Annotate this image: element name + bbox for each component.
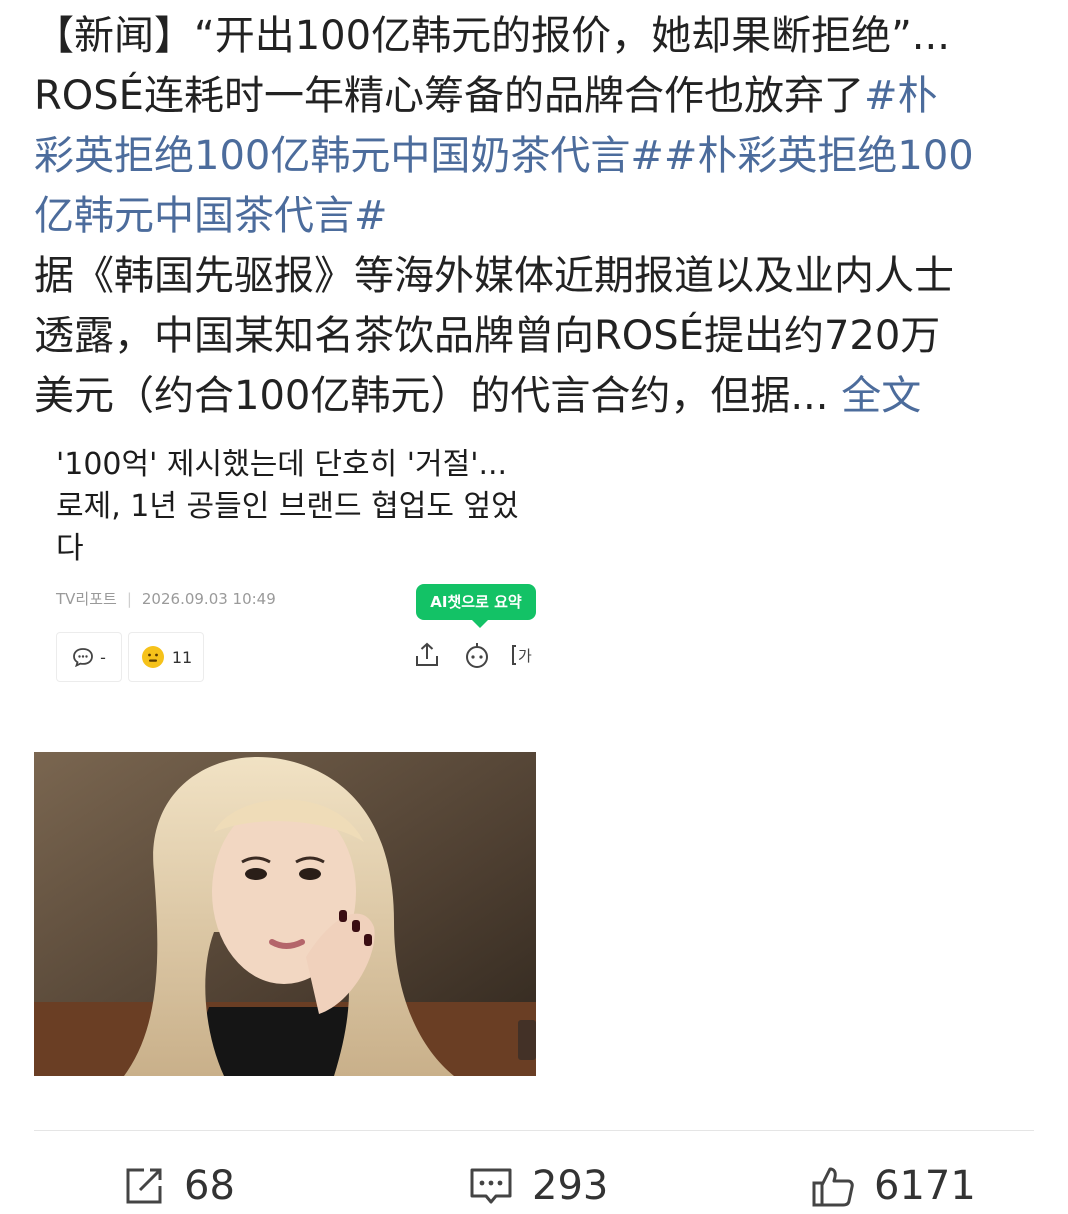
headline-line-3: 다 [56, 531, 84, 566]
hashtag-link[interactable]: #朴 [864, 73, 938, 119]
action-bar-divider [34, 1130, 1034, 1131]
meta-separator: | [126, 590, 132, 608]
post-line-6: 透露，中国某知名茶饮品牌曾向ROSÉ提出约720万 [34, 313, 941, 359]
article-screenshot[interactable]: '100억' 제시했는데 단호히 '거절'... 로제, 1년 공들인 브랜드 … [34, 426, 536, 694]
reaction-chip-count: 11 [171, 647, 193, 667]
post-line-7: 美元（约合100亿韩元）的代言合约，但据... 全文 [34, 366, 1044, 426]
comment-icon [468, 1164, 514, 1208]
comment-count: 293 [532, 1163, 609, 1209]
article-headline: '100억' 제시했는데 단호히 '거절'... 로제, 1년 공들인 브랜드 … [56, 444, 536, 570]
portrait-illustration [34, 752, 536, 1076]
comment-chip: - [56, 632, 122, 682]
hashtag-link-cont[interactable]: 彩英拒绝100亿韩元中国奶茶代言##朴彩英拒绝100 [34, 126, 1044, 186]
post-text: 【新闻】“开出100亿韩元的报价，她却果断拒绝”... ROSÉ连耗时一年精心筹… [34, 6, 1044, 426]
post-line-7-text: 美元（约合100亿韩元）的代言合约，但据... [34, 373, 829, 419]
upload-share-icon [416, 642, 438, 666]
repost-count: 68 [184, 1163, 235, 1209]
hashtag-link-end[interactable]: 亿韩元中国茶代言# [34, 186, 1044, 246]
article-date: 2026.09.03 10:49 [141, 590, 276, 608]
thumbs-up-icon [810, 1163, 856, 1209]
comment-bubble-icon [73, 648, 94, 667]
post-line-1: 【新闻】“开出100亿韩元的报价，她却果断拒绝”... [34, 13, 950, 59]
reaction-chip: 11 [128, 632, 204, 682]
post-line-5: 据《韩国先驱报》等海外媒体近期报道以及业内人士 [34, 253, 954, 299]
ai-summary-pill: AI챗으로 요약 [416, 584, 536, 628]
font-size-icon: 가 [512, 645, 532, 665]
svg-text:가: 가 [518, 647, 532, 665]
like-button[interactable]: 6171 [810, 1158, 976, 1214]
headline-line-1: '100억' 제시했는데 단호히 '거절'... [56, 447, 508, 482]
post-line-2-text: ROSÉ连耗时一年精心筹备的品牌合作也放弃了 [34, 73, 864, 119]
headline-line-2: 로제, 1년 공들인 브랜드 협업도 엎었 [56, 489, 519, 524]
comment-chip-count: - [100, 647, 106, 667]
post-line-2: ROSÉ连耗时一年精心筹备的品牌合作也放弃了#朴 [34, 66, 1044, 126]
article-meta: TV리포트 | 2026.09.03 10:49 [56, 588, 276, 609]
comment-button[interactable]: 293 [468, 1158, 608, 1214]
ai-bot-icon [466, 643, 488, 668]
article-source: TV리포트 [56, 590, 117, 608]
like-count: 6171 [874, 1163, 976, 1209]
article-photo[interactable] [34, 752, 536, 1076]
repost-button[interactable]: 68 [122, 1158, 235, 1214]
repost-icon [122, 1164, 166, 1208]
emoji-face-icon [141, 646, 164, 668]
read-more-link[interactable]: 全文 [841, 373, 921, 419]
